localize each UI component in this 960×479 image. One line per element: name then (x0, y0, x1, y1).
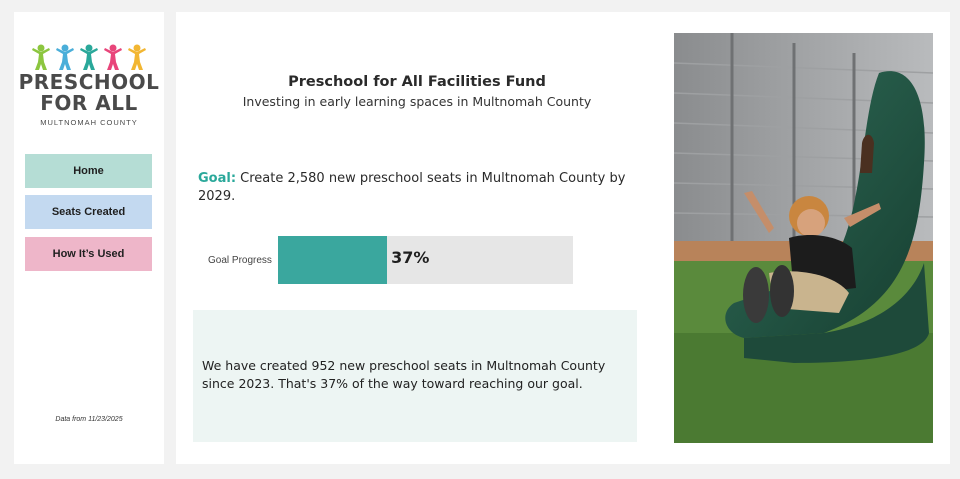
child-figure (32, 44, 50, 70)
nav-button-home[interactable]: Home (25, 154, 152, 188)
page-title: Preschool for All Facilities Fund (288, 74, 546, 90)
logo-line-2: FOR ALL (40, 91, 138, 115)
data-date-note: Data from 11/23/2025 (55, 416, 123, 423)
nav-button-seats-created[interactable]: Seats Created (25, 195, 152, 229)
main-panel: Preschool for All Facilities Fund Invest… (176, 12, 950, 464)
sidebar: PRESCHOOL FOR ALL MULTNOMAH COUNTY Home … (14, 12, 164, 464)
nav-button-how-its-used[interactable]: How It’s Used (25, 237, 152, 271)
logo-line-1: PRESCHOOL (18, 70, 160, 94)
goal-text: Create 2,580 new preschool seats in Mult… (198, 171, 626, 204)
child-on-slide-photo (674, 33, 933, 443)
child-figure (56, 44, 74, 70)
child-figure (128, 44, 146, 70)
goal-statement: Goal: Create 2,580 new preschool seats i… (198, 170, 638, 206)
page-subtitle: Investing in early learning spaces in Mu… (242, 94, 592, 109)
summary-text: We have created 952 new preschool seats … (202, 358, 606, 391)
child-figure (104, 44, 122, 70)
logo-subtitle: MULTNOMAH COUNTY (40, 118, 138, 127)
children-figures-icon (32, 44, 146, 70)
goal-label: Goal: (198, 171, 237, 186)
goal-progress-bar: 37% (278, 236, 573, 284)
child-figure (80, 44, 98, 70)
goal-progress-value: 37% (391, 248, 430, 267)
goal-progress-fill (278, 236, 388, 284)
goal-progress-label: Goal Progress (208, 255, 272, 266)
summary-box: We have created 952 new preschool seats … (193, 310, 637, 442)
preschool-for-all-logo[interactable]: PRESCHOOL FOR ALL MULTNOMAH COUNTY (14, 42, 164, 127)
